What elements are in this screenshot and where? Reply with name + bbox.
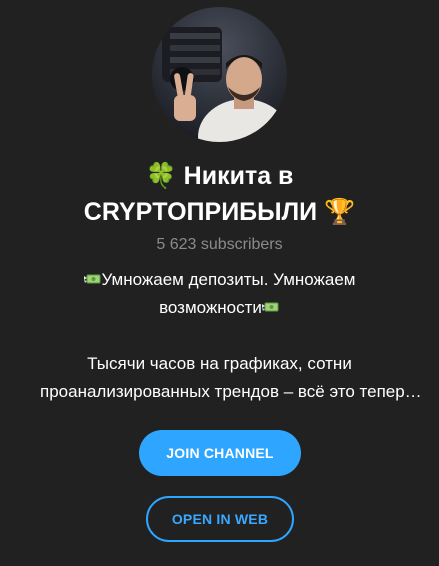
channel-title-line-2: CRYPTOПРИБЫЛИ 🏆 — [0, 194, 439, 230]
channel-avatar — [152, 7, 287, 142]
avatar-photo — [152, 7, 287, 142]
channel-title: 🍀 Никита в CRYPTOПРИБЫЛИ 🏆 — [0, 158, 439, 230]
description-line-3: Тысячи часов на графиках, сотни — [87, 354, 352, 373]
description-line-4: проанализированных трендов – всё это теп… — [40, 382, 422, 401]
channel-title-line-1: 🍀 Никита в — [0, 158, 439, 194]
open-in-web-button[interactable]: OPEN IN WEB — [146, 496, 294, 542]
description-spacer — [40, 322, 399, 350]
channel-preview-card: 🍀 Никита в CRYPTOПРИБЫЛИ 🏆 5 623 subscri… — [0, 0, 439, 566]
channel-title-text-2: CRYPTOПРИБЫЛИ — [83, 198, 318, 226]
four-leaf-clover-icon: 🍀 — [145, 161, 177, 190]
description-text-1: Умножаем депозиты. Умножаем — [101, 270, 356, 289]
money-with-wings-icon — [83, 274, 100, 284]
description-line-2: возможности — [40, 294, 399, 322]
channel-title-text-1: Никита в — [183, 162, 294, 190]
subscriber-count: 5 623 subscribers — [156, 236, 283, 253]
description-text-2: возможности — [159, 298, 262, 317]
channel-description: Умножаем депозиты. Умножаем возможности … — [40, 266, 422, 406]
join-channel-button[interactable]: JOIN CHANNEL — [139, 430, 301, 476]
description-line-1: Умножаем депозиты. Умножаем — [40, 266, 399, 294]
money-with-wings-icon — [261, 302, 279, 312]
trophy-icon: 🏆 — [324, 197, 356, 226]
